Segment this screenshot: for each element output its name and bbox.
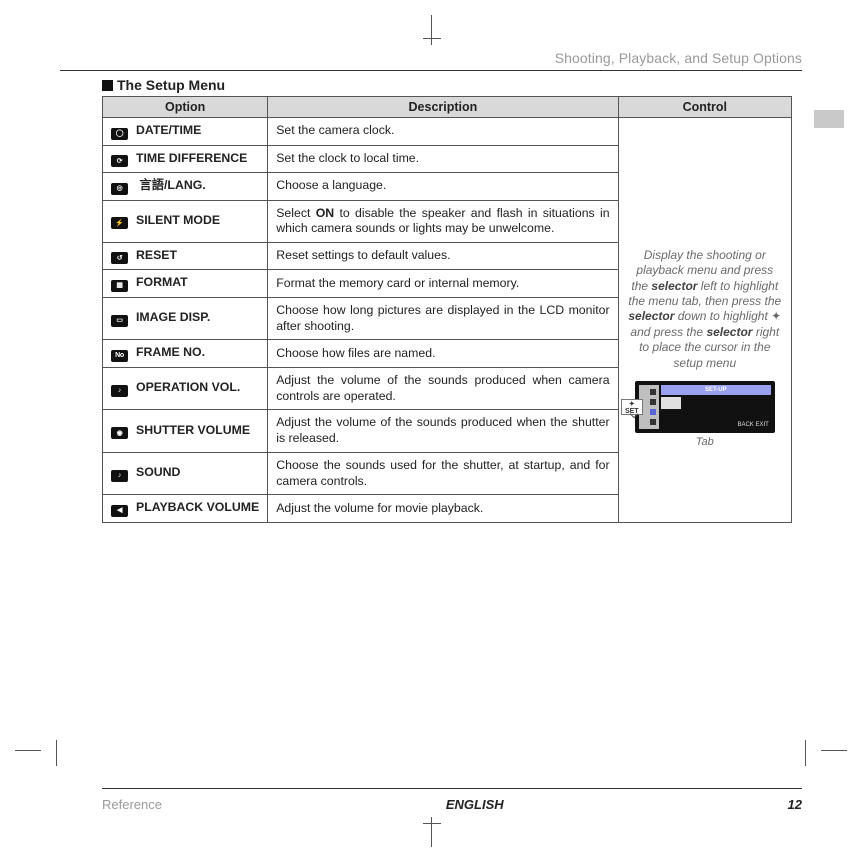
desc-shutter-volume: Adjust the volume of the sounds produced…: [268, 410, 618, 452]
footer-reference: Reference: [102, 797, 162, 812]
opt-date-time: ◯DATE/TIME: [103, 118, 268, 146]
operation-vol-icon: ♪: [111, 385, 128, 397]
opt-time-difference: ⟳TIME DIFFERENCE: [103, 145, 268, 173]
page-footer: Reference ENGLISH 12: [102, 788, 802, 812]
desc-reset: Reset settings to default values.: [268, 242, 618, 270]
square-bullet-icon: [102, 80, 113, 91]
image-disp-icon: ▭: [111, 315, 128, 327]
desc-time-difference: Set the clock to local time.: [268, 145, 618, 173]
clock-icon: ◯: [111, 128, 128, 140]
opt-lang: ◎ 言語/LANG.: [103, 173, 268, 201]
col-option: Option: [103, 97, 268, 118]
opt-frame-no: NoFRAME NO.: [103, 340, 268, 368]
lcd-exit-label: BACK EXIT: [737, 422, 768, 430]
desc-playback-volume: Adjust the volume for movie playback.: [268, 495, 618, 523]
silent-icon: ⚡: [111, 217, 128, 229]
desc-operation-vol: Adjust the volume of the sounds produced…: [268, 367, 618, 409]
reset-icon: ↺: [111, 252, 128, 264]
opt-sound: ♪SOUND: [103, 452, 268, 494]
col-description: Description: [268, 97, 618, 118]
desc-date-time: Set the camera clock.: [268, 118, 618, 146]
set-icon: ✦: [771, 309, 781, 323]
opt-playback-volume: ◀PLAYBACK VOLUME: [103, 495, 268, 523]
lcd-diagram: SET-UP BACK EXIT ✦ SET Tab: [635, 381, 775, 449]
desc-frame-no: Choose how files are named.: [268, 340, 618, 368]
desc-silent-mode: Select ON to disable the speaker and fla…: [268, 200, 618, 242]
desc-lang: Choose a language.: [268, 173, 618, 201]
lcd-set-callout: ✦ SET: [621, 399, 643, 415]
opt-shutter-volume: ◉SHUTTER VOLUME: [103, 410, 268, 452]
lcd-title: SET-UP: [661, 385, 771, 395]
footer-page-number: 12: [788, 797, 802, 812]
opt-silent-mode: ⚡SILENT MODE: [103, 200, 268, 242]
opt-reset: ↺RESET: [103, 242, 268, 270]
frame-no-icon: No: [111, 350, 128, 362]
playback-vol-icon: ◀: [111, 505, 128, 517]
section-title: The Setup Menu: [102, 77, 802, 93]
control-instructions: Display the shooting or playback menu an…: [618, 118, 791, 523]
opt-format: ▦FORMAT: [103, 270, 268, 298]
tab-label: Tab: [635, 435, 775, 449]
time-diff-icon: ⟳: [111, 155, 128, 167]
opt-operation-vol: ♪OPERATION VOL.: [103, 367, 268, 409]
shutter-vol-icon: ◉: [111, 427, 128, 439]
col-control: Control: [618, 97, 791, 118]
footer-language: ENGLISH: [446, 797, 504, 812]
page-breadcrumb: Shooting, Playback, and Setup Options: [60, 50, 802, 66]
desc-sound: Choose the sounds used for the shutter, …: [268, 452, 618, 494]
side-index-tab: [814, 110, 844, 128]
desc-image-disp: Choose how long pictures are displayed i…: [268, 297, 618, 339]
sound-icon: ♪: [111, 470, 128, 482]
setup-menu-table: Option Description Control ◯DATE/TIME Se…: [102, 96, 792, 523]
lang-icon: ◎: [111, 183, 128, 195]
desc-format: Format the memory card or internal memor…: [268, 270, 618, 298]
format-icon: ▦: [111, 280, 128, 292]
opt-image-disp: ▭IMAGE DISP.: [103, 297, 268, 339]
